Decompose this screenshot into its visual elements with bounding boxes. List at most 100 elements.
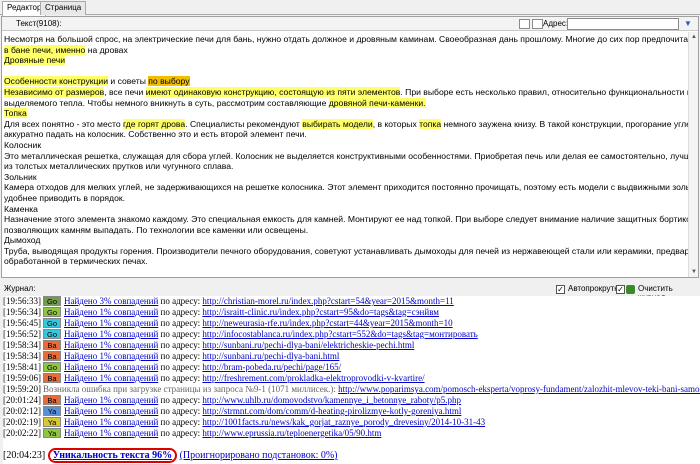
source-url-link[interactable]: http://bram-pobeda.ru/pechi/page/165/ bbox=[202, 362, 341, 372]
text-fragment: на дровах bbox=[85, 44, 128, 55]
source-url-link[interactable]: http://1001facts.ru/news/kak_gorjat_razn… bbox=[202, 417, 485, 427]
highlighted-text: по выбору bbox=[148, 76, 190, 87]
tab-bar: Редактор Страница bbox=[0, 0, 700, 16]
source-url-link[interactable]: http://sunbani.ru/pechi-dlya-bani.html bbox=[202, 351, 339, 361]
source-url-link[interactable]: http://infocostablanca.ru/index.php?csta… bbox=[202, 329, 477, 339]
match-count-link[interactable]: Найдено 1% совпадений bbox=[64, 373, 158, 383]
log-text: по адресу: bbox=[158, 340, 203, 350]
highlighted-text: имеют одинаковую конструкцию, состоящую … bbox=[145, 86, 401, 97]
log-row: [20:02:19] Ya Найдено 1% совпадений по адр… bbox=[3, 417, 485, 428]
autoscroll-checkbox[interactable]: ✓ bbox=[556, 285, 565, 294]
log-row: [20:02:12] Ya Найдено 1% совпадений по адр… bbox=[3, 406, 461, 417]
text-line: Для всех понятно - это место где горят д… bbox=[4, 118, 688, 130]
log-text: по адресу: bbox=[158, 296, 203, 306]
window-icon[interactable] bbox=[519, 19, 530, 29]
text-fragment: Назначение этого элемента знакомо каждом… bbox=[4, 214, 688, 225]
text-fragment: Дымоход bbox=[4, 235, 41, 246]
log-row: [20:02:22] Ya Найдено 1% совпадений по адр… bbox=[3, 428, 381, 439]
match-count-link[interactable]: Найдено 1% совпадений bbox=[64, 406, 158, 416]
text-line: из толстых металлических прутков или чуг… bbox=[4, 161, 688, 172]
log-text: по адресу: bbox=[158, 417, 203, 427]
address-label: Адрес: bbox=[543, 19, 569, 28]
match-count-link[interactable]: Найдено 3% совпадений bbox=[64, 296, 158, 306]
text-line bbox=[4, 66, 688, 77]
vertical-scrollbar[interactable]: ▲ ▼ bbox=[688, 32, 698, 277]
source-url-link[interactable]: http://www.uhlb.ru/domovodstvo/kamennye_… bbox=[202, 395, 461, 405]
match-count-link[interactable]: Найдено 1% совпадений bbox=[64, 307, 158, 317]
log-text: по адресу: bbox=[158, 318, 203, 328]
search-engine-badge: Ba bbox=[43, 340, 61, 350]
log-time: [20:02:22] bbox=[3, 428, 41, 438]
text-line: Это металлическая решетка, служащая для … bbox=[4, 151, 688, 162]
log-row: [19:56:45] Go Найдено 1% совпадений по адр… bbox=[3, 318, 453, 329]
source-url-link[interactable]: http://sunbani.ru/pechi-dlya-bani/elektr… bbox=[202, 340, 414, 350]
log-row: [19:58:41] Go Найдено 1% совпадений по адр… bbox=[3, 362, 341, 373]
log-text: по адресу: bbox=[158, 307, 203, 317]
log-row: [20:01:24] Ba Найдено 1% совпадений по адр… bbox=[3, 395, 461, 406]
match-count-link[interactable]: Найдено 1% совпадений bbox=[64, 318, 158, 328]
log-row: [19:58:34] Ba Найдено 1% совпадений по адр… bbox=[3, 351, 339, 362]
log-time: [19:59:20] bbox=[3, 384, 41, 394]
search-engine-badge: Go bbox=[43, 329, 61, 339]
log-time: [19:56:34] bbox=[3, 307, 41, 317]
scroll-down-icon[interactable]: ▼ bbox=[689, 267, 699, 277]
uniqueness-link[interactable]: Уникальность текста 96% bbox=[53, 450, 172, 461]
chevron-down-icon[interactable]: ▼ bbox=[681, 18, 695, 30]
article-text-area[interactable]: Несмотря на большой спрос, на электричес… bbox=[4, 34, 688, 277]
scroll-up-icon[interactable]: ▲ bbox=[689, 32, 699, 42]
tab-page[interactable]: Страница bbox=[40, 1, 87, 15]
match-count-link[interactable]: Найдено 1% совпадений bbox=[64, 362, 158, 372]
text-panel-header: Текст(9108): Адрес: ▼ bbox=[2, 17, 698, 31]
highlighted-text: Дровяные печи bbox=[4, 55, 66, 66]
highlighted-text: дровяной печи-каменки. bbox=[328, 97, 426, 108]
match-count-link[interactable]: Найдено 1% совпадений bbox=[64, 340, 158, 350]
source-url-link[interactable]: http://freshrement.com/prokladka-elektro… bbox=[202, 373, 424, 383]
match-count-link[interactable]: Найдено 1% совпадений bbox=[64, 329, 158, 339]
text-line: Дровяные печи bbox=[4, 55, 688, 66]
log-row: [19:59:20] Возникла ошибка при загрузке с… bbox=[3, 384, 700, 395]
text-fragment: обработанной в термических печах. bbox=[4, 256, 148, 267]
text-fragment: Колосник bbox=[4, 139, 42, 150]
text-fragment: удобнее приводить в порядок. bbox=[4, 192, 125, 203]
autoscroll-label: Автопрокрутка bbox=[568, 284, 623, 293]
log-text: по адресу: bbox=[158, 395, 203, 405]
ignored-substitutions-link[interactable]: (Проигнорировано подстановок: 0%) bbox=[180, 450, 338, 461]
log-time: [19:58:41] bbox=[3, 362, 41, 372]
source-url-link[interactable]: http://www.poparimsya.com/pomosch-eksper… bbox=[338, 384, 700, 394]
log-time: [19:58:34] bbox=[3, 340, 41, 350]
text-line: в бане печи, именно на дровах bbox=[4, 44, 688, 56]
window-icon-2[interactable] bbox=[532, 19, 543, 29]
text-line: Независимо от размеров, все печи имеют о… bbox=[4, 86, 688, 98]
match-count-link[interactable]: Найдено 1% совпадений bbox=[64, 395, 158, 405]
log-time: [20:02:12] bbox=[3, 406, 41, 416]
source-url-link[interactable]: http://israitt-clinic.ru/index.php?cstar… bbox=[202, 307, 439, 317]
match-count-link[interactable]: Найдено 1% совпадений bbox=[64, 417, 158, 427]
journal-log: [19:56:33] Go Найдено 3% совпадений по адр… bbox=[3, 296, 700, 464]
source-url-link[interactable]: http://christian-morel.ru/index.php?csta… bbox=[202, 296, 453, 306]
log-row: [19:58:34] Ba Найдено 1% совпадений по адр… bbox=[3, 340, 414, 351]
text-fragment: Для всех понятно - это место bbox=[4, 118, 124, 129]
text-line: Колосник bbox=[4, 140, 688, 151]
text-line: Несмотря на большой спрос, на электричес… bbox=[4, 34, 688, 45]
result-time: [20:04:23] bbox=[3, 450, 46, 461]
log-time: [19:59:06] bbox=[3, 373, 41, 383]
text-line: Труба, выводящая продукты горения. Произ… bbox=[4, 246, 688, 257]
source-url-link[interactable]: http://www.eprussia.ru/teploenergetika/0… bbox=[202, 428, 381, 438]
match-count-link[interactable]: Найдено 1% совпадений bbox=[64, 428, 158, 438]
uniqueness-badge[interactable]: Уникальность текста 96% bbox=[47, 448, 178, 463]
log-text: по адресу: bbox=[158, 362, 203, 372]
source-url-link[interactable]: http://strmnt.com/dom/comm/d-heating-pir… bbox=[202, 406, 461, 416]
log-time: [19:56:52] bbox=[3, 329, 41, 339]
text-line: Назначение этого элемента знакомо каждом… bbox=[4, 214, 688, 225]
clear-journal-checkbox[interactable]: ✓ bbox=[616, 285, 625, 294]
source-url-link[interactable]: http://neweurasia-rfe.ru/index.php?cstar… bbox=[202, 318, 452, 328]
match-count-link[interactable]: Найдено 1% совпадений bbox=[64, 351, 158, 361]
search-engine-badge: Ba bbox=[43, 351, 61, 361]
text-line: Камера отходов для мелких углей, не заде… bbox=[4, 182, 688, 193]
log-text: по адресу: bbox=[158, 329, 203, 339]
text-fragment: , все печи bbox=[104, 86, 146, 97]
text-fragment: немного заужена книзу. В такой конструкц… bbox=[443, 118, 688, 129]
address-input[interactable] bbox=[567, 18, 679, 30]
highlighted-text: Топка bbox=[4, 108, 27, 119]
text-line: Зольник bbox=[4, 172, 688, 183]
